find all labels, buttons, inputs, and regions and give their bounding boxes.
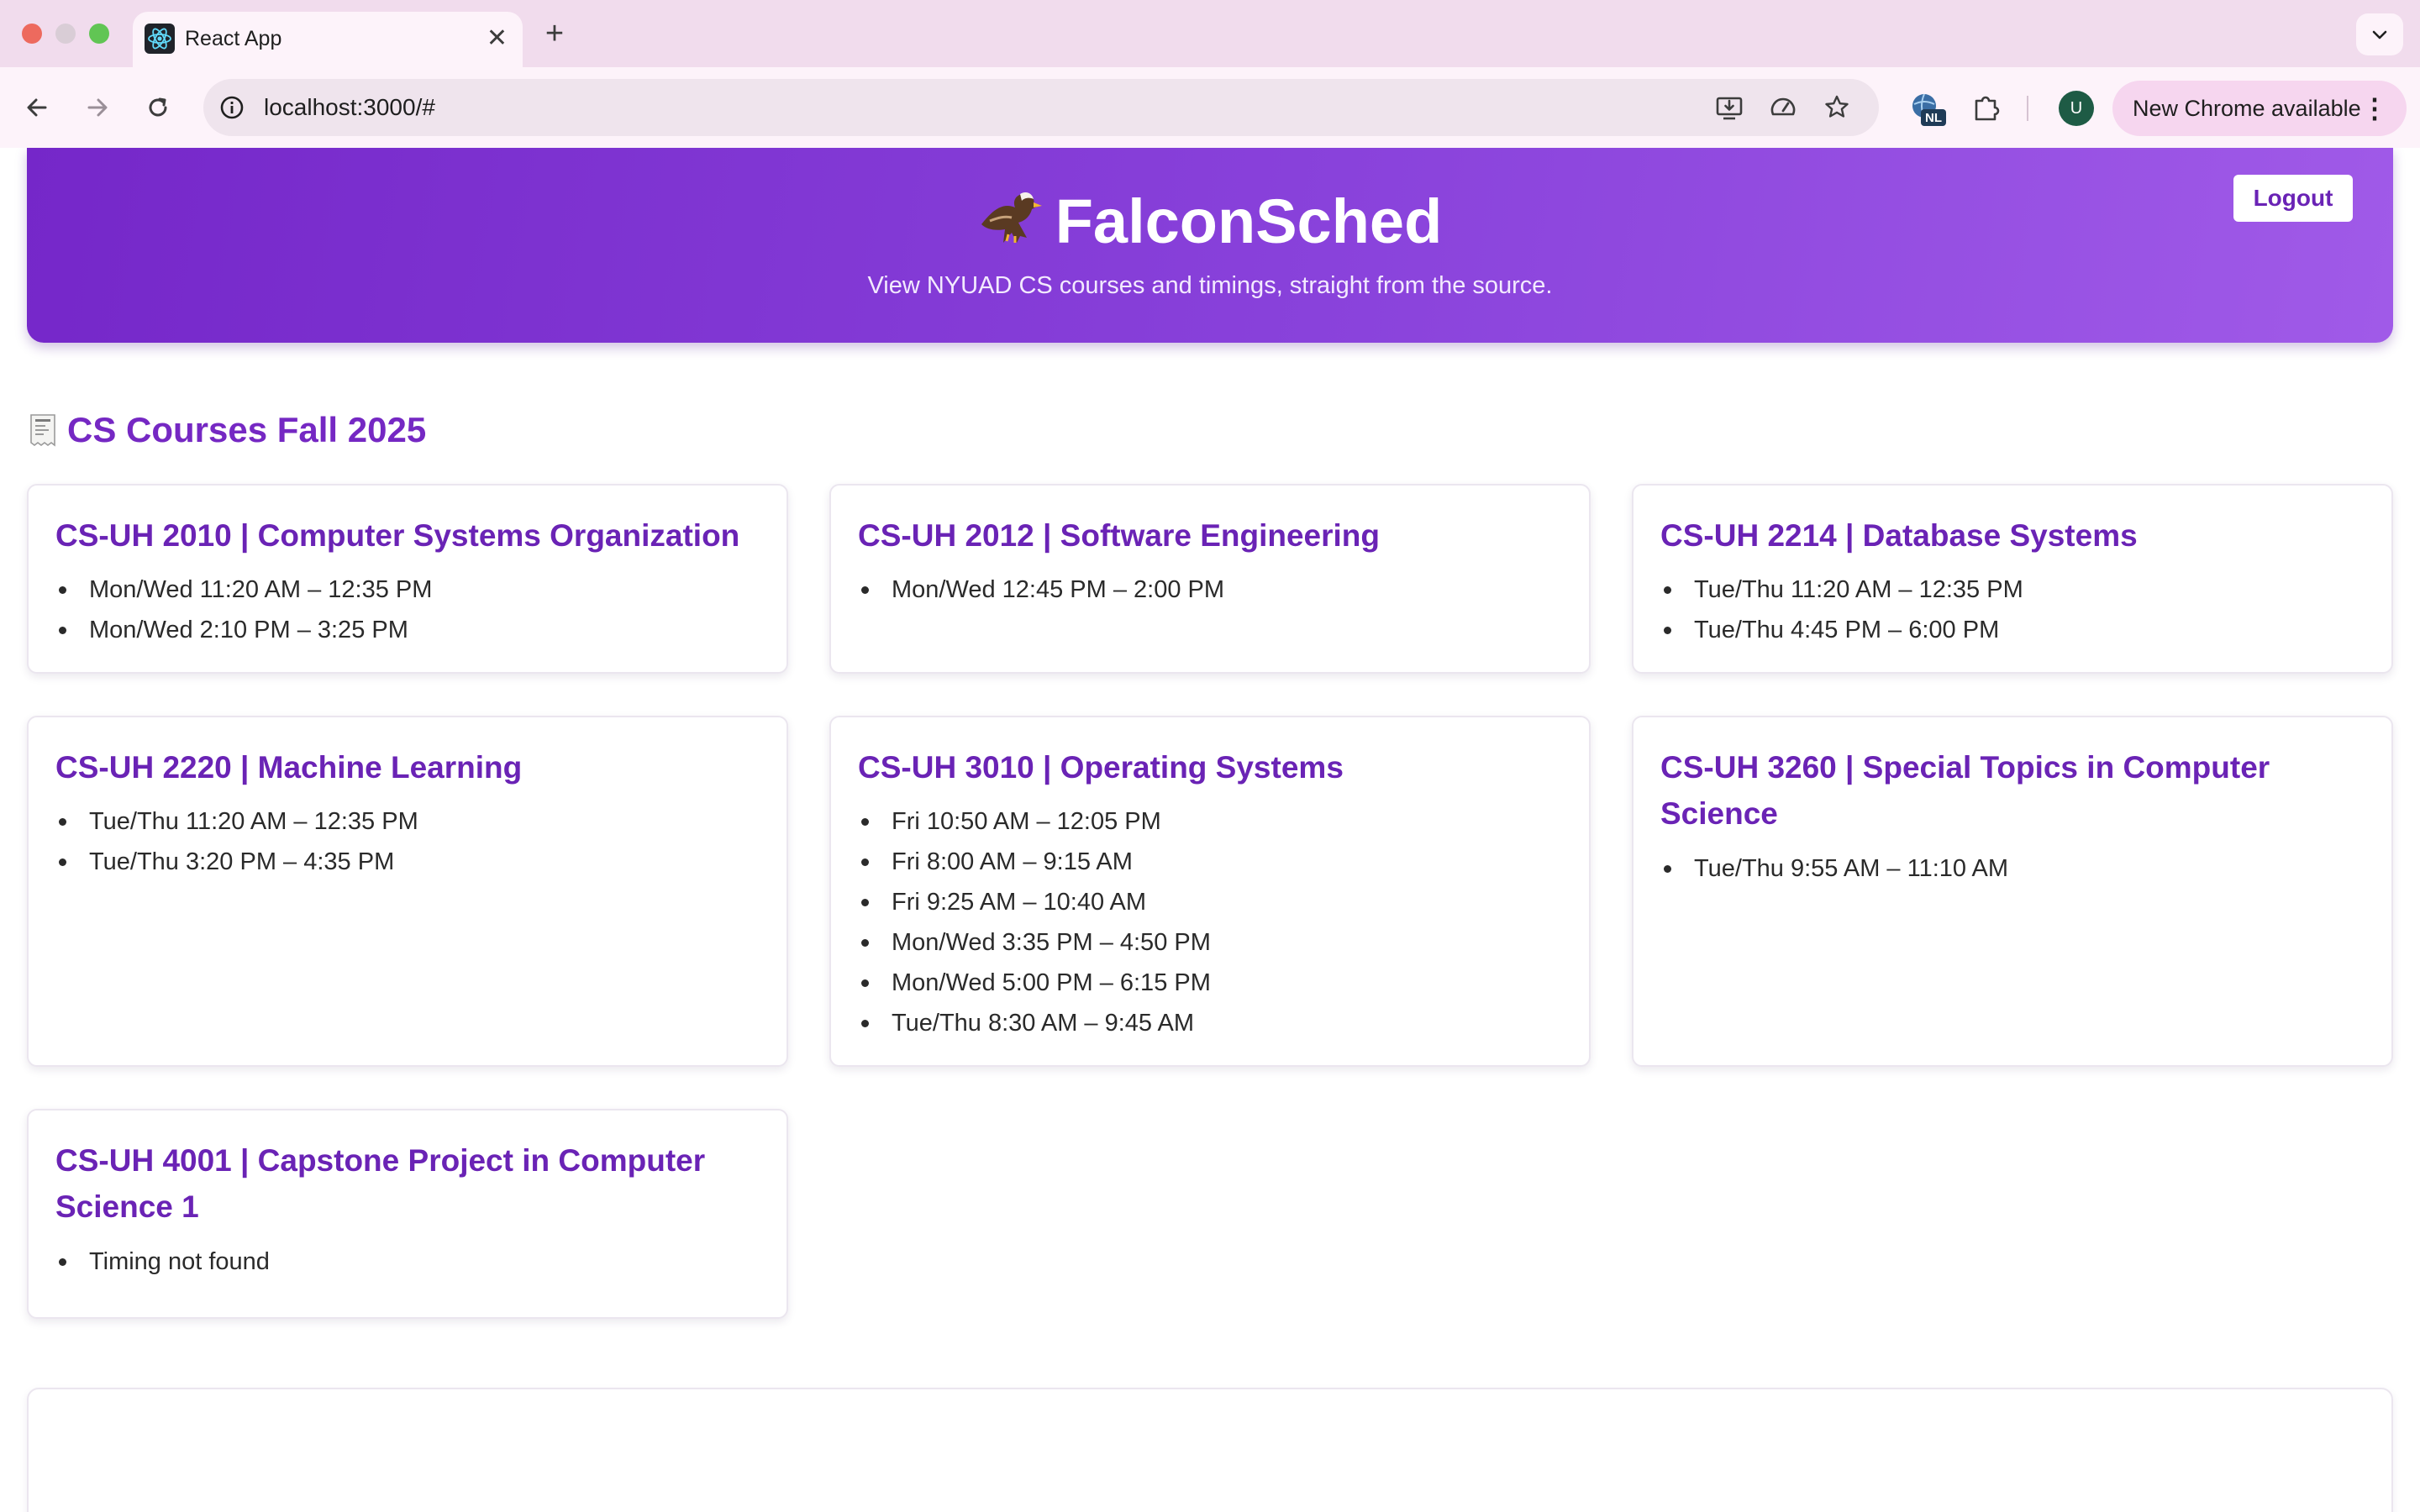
address-bar[interactable]: localhost:3000/# [203,79,1879,136]
forward-button[interactable] [77,87,118,128]
plus-icon[interactable]: + [538,15,571,52]
tab-title: React App [185,27,282,50]
translate-badge: NL [1925,111,1942,125]
window-zoom-button[interactable] [89,24,109,44]
timing-item: Fri 8:00 AM – 9:15 AM [861,842,1565,882]
timing-item: Tue/Thu 11:20 AM – 12:35 PM [59,801,763,842]
course-title: CS-UH 3260 | Special Topics in Computer … [1660,750,2270,831]
close-icon[interactable]: ✕ [487,24,508,54]
course-timings: Timing not found [59,1242,763,1282]
course-timings: Mon/Wed 12:45 PM – 2:00 PM [861,570,1565,610]
timing-item: Fri 10:50 AM – 12:05 PM [861,801,1565,842]
course-card: CS-UH 4001 | Capstone Project in Compute… [27,1109,788,1319]
extensions-puzzle-icon[interactable] [1970,91,2003,124]
course-card: CS-UH 2012 | Software Engineering Mon/We… [829,484,1591,674]
app-header: FalconSched View NYUAD CS courses and ti… [27,148,2393,343]
timing-item: Tue/Thu 4:45 PM – 6:00 PM [1664,610,2368,650]
course-title: CS-UH 3010 | Operating Systems [858,750,1344,785]
bookmark-star-icon[interactable] [1822,92,1852,123]
course-timings: Tue/Thu 11:20 AM – 12:35 PM Tue/Thu 4:45… [1664,570,2368,650]
content-panel [27,1388,2393,1512]
window-minimize-button[interactable] [55,24,76,44]
course-card: CS-UH 2214 | Database Systems Tue/Thu 11… [1632,484,2393,674]
course-timings: Tue/Thu 9:55 AM – 11:10 AM [1664,848,2368,889]
course-timings: Fri 10:50 AM – 12:05 PM Fri 8:00 AM – 9:… [861,801,1565,1043]
url-text[interactable]: localhost:3000/# [264,92,435,123]
course-card: CS-UH 2220 | Machine Learning Tue/Thu 11… [27,716,788,1067]
performance-icon[interactable] [1768,92,1798,123]
install-app-icon[interactable] [1714,92,1744,123]
course-title: CS-UH 2220 | Machine Learning [55,750,523,785]
section-title-text: CS Courses Fall 2025 [67,410,427,449]
app-subtitle: View NYUAD CS courses and timings, strai… [867,272,1553,299]
section-heading: CS Courses Fall 2025 [29,408,426,452]
timing-item: Mon/Wed 3:35 PM – 4:50 PM [861,922,1565,963]
translate-extension-icon[interactable]: NL [1909,91,1946,126]
course-title: CS-UH 2010 | Computer Systems Organizati… [55,518,740,553]
back-button[interactable] [17,87,57,128]
eagle-emoji [978,187,1045,251]
info-icon[interactable] [215,91,249,124]
browser-tab-strip: React App ✕ + [0,0,2420,67]
course-title: CS-UH 2012 | Software Engineering [858,518,1380,553]
timing-item: Tue/Thu 8:30 AM – 9:45 AM [861,1003,1565,1043]
timing-item: Mon/Wed 12:45 PM – 2:00 PM [861,570,1565,610]
receipt-emoji [29,413,57,447]
timing-item: Mon/Wed 5:00 PM – 6:15 PM [861,963,1565,1003]
timing-item: Mon/Wed 11:20 AM – 12:35 PM [59,570,763,610]
toolbar-divider [2027,96,2028,121]
course-timings: Tue/Thu 11:20 AM – 12:35 PM Tue/Thu 3:20… [59,801,763,882]
timing-item: Timing not found [59,1242,763,1282]
timing-item: Mon/Wed 2:10 PM – 3:25 PM [59,610,763,650]
browser-tab-active[interactable]: React App ✕ [133,12,523,67]
reload-button[interactable] [138,87,178,128]
window-close-button[interactable] [22,24,42,44]
course-title: CS-UH 2214 | Database Systems [1660,518,2138,553]
tab-search-button[interactable] [2356,13,2403,55]
course-card: CS-UH 3260 | Special Topics in Computer … [1632,716,2393,1067]
app-title-text: FalconSched [1055,186,1443,256]
chevron-down-icon [2372,30,2387,39]
react-logo-icon [145,24,175,54]
timing-item: Tue/Thu 3:20 PM – 4:35 PM [59,842,763,882]
app-title: FalconSched [27,186,2393,257]
course-timings: Mon/Wed 11:20 AM – 12:35 PM Mon/Wed 2:10… [59,570,763,650]
new-chrome-available-button[interactable]: New Chrome available ⋮ [2112,81,2407,136]
update-label: New Chrome available [2133,96,2361,121]
profile-avatar[interactable]: U [2059,91,2094,126]
timing-item: Tue/Thu 11:20 AM – 12:35 PM [1664,570,2368,610]
course-card: CS-UH 2010 | Computer Systems Organizati… [27,484,788,674]
timing-item: Fri 9:25 AM – 10:40 AM [861,882,1565,922]
course-title: CS-UH 4001 | Capstone Project in Compute… [55,1143,706,1224]
course-card: CS-UH 3010 | Operating Systems Fri 10:50… [829,716,1591,1067]
timing-item: Tue/Thu 9:55 AM – 11:10 AM [1664,848,2368,889]
reload-icon [149,97,167,117]
back-arrow-icon [27,98,47,117]
logout-button[interactable]: Logout [2233,175,2353,222]
forward-arrow-icon [87,98,108,117]
page-viewport: FalconSched View NYUAD CS courses and ti… [0,148,2420,1512]
more-vert-icon[interactable]: ⋮ [2361,92,2388,124]
browser-toolbar: localhost:3000/# NL U New Chrome availab… [0,67,2420,148]
